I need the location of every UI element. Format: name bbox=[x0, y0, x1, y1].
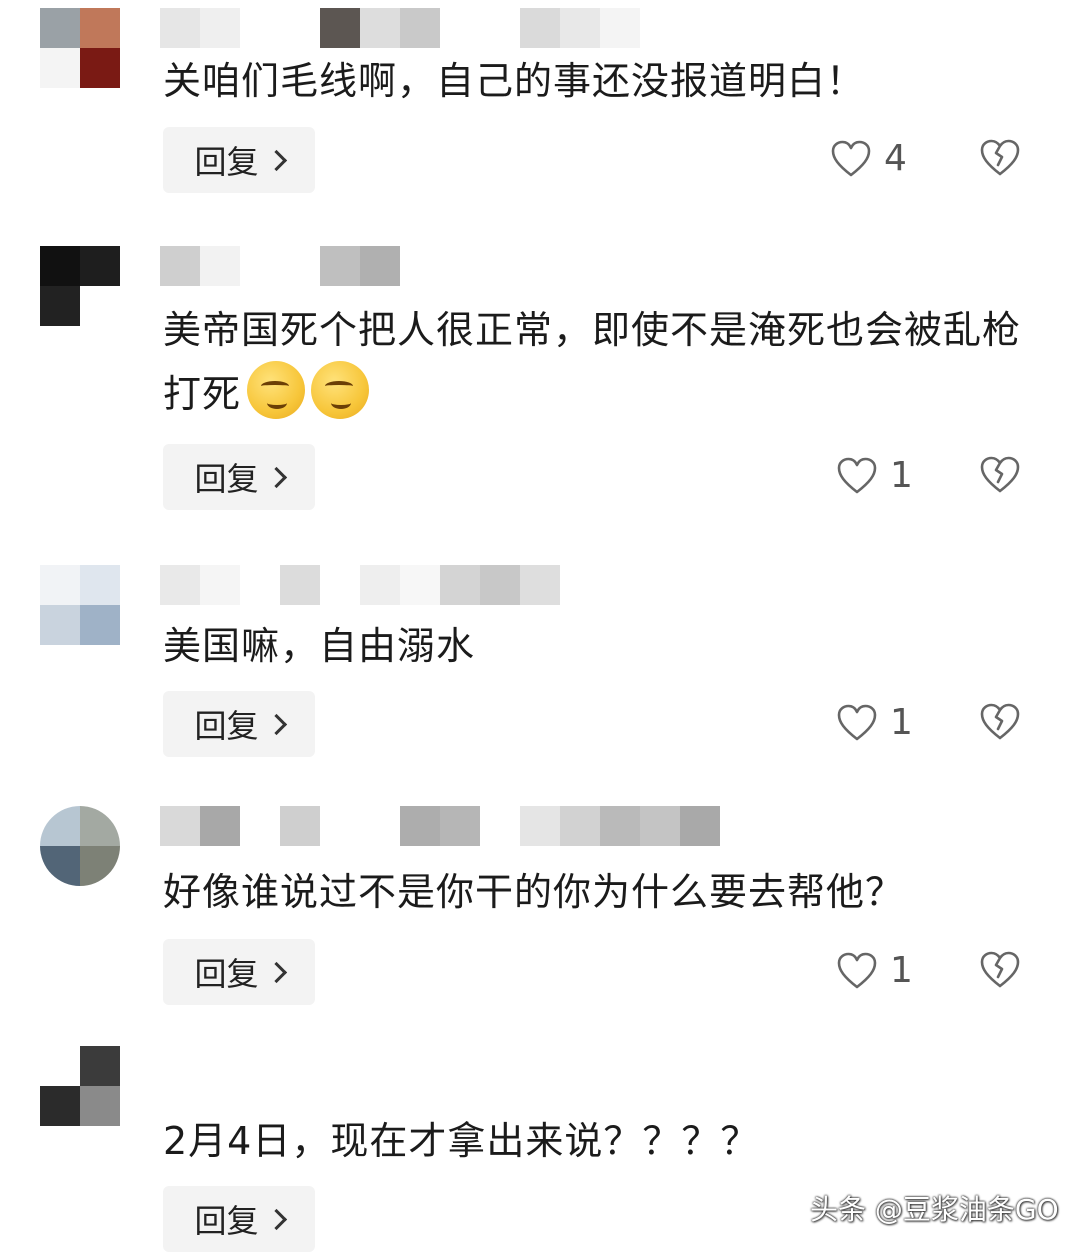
reply-button[interactable]: 回复 bbox=[163, 939, 315, 1005]
avatar-pixel bbox=[80, 1086, 120, 1126]
broken-heart-icon bbox=[978, 950, 1022, 990]
smirk-thumb-emoji bbox=[247, 361, 306, 419]
username-blurred[interactable] bbox=[160, 246, 400, 286]
avatar-pixel bbox=[80, 286, 120, 326]
reply-label: 回复 bbox=[194, 1202, 259, 1240]
like-count: 1 bbox=[890, 702, 913, 743]
dislike-button[interactable] bbox=[978, 950, 1022, 990]
reply-label: 回复 bbox=[194, 955, 259, 993]
heart-outline-icon bbox=[830, 139, 872, 179]
like-button[interactable]: 4 bbox=[830, 138, 907, 179]
reply-button[interactable]: 回复 bbox=[163, 1186, 315, 1252]
like-count: 4 bbox=[884, 138, 907, 179]
reply-label: 回复 bbox=[194, 707, 259, 745]
chevron-right-icon bbox=[265, 149, 287, 171]
comment-text: 2月4日，现在才拿出来说？？？？ bbox=[163, 1119, 760, 1163]
reply-label: 回复 bbox=[194, 460, 259, 498]
avatar[interactable] bbox=[40, 8, 120, 88]
chevron-right-icon bbox=[265, 1208, 287, 1230]
like-button[interactable]: 1 bbox=[836, 702, 913, 743]
dislike-button[interactable] bbox=[978, 702, 1022, 742]
chevron-right-icon bbox=[265, 961, 287, 983]
avatar[interactable] bbox=[40, 565, 120, 645]
heart-outline-icon bbox=[836, 703, 878, 743]
avatar-pixel bbox=[80, 246, 120, 286]
reply-button[interactable]: 回复 bbox=[163, 691, 315, 757]
like-button[interactable]: 1 bbox=[836, 950, 913, 991]
broken-heart-icon bbox=[978, 702, 1022, 742]
dislike-button[interactable] bbox=[978, 138, 1022, 178]
avatar-pixel bbox=[80, 1046, 120, 1086]
chevron-right-icon bbox=[265, 466, 287, 488]
reply-button[interactable]: 回复 bbox=[163, 127, 315, 193]
dislike-button[interactable] bbox=[978, 455, 1022, 495]
comment-text: 好像谁说过不是你干的你为什么要去帮他？ bbox=[163, 870, 905, 914]
avatar-pixel bbox=[40, 1046, 80, 1086]
heart-outline-icon bbox=[836, 951, 878, 991]
avatar[interactable] bbox=[40, 1046, 120, 1126]
avatar-pixel bbox=[40, 565, 80, 605]
comment-text: 美国嘛，自由溺水 bbox=[163, 624, 476, 668]
reply-label: 回复 bbox=[194, 143, 259, 181]
avatar[interactable] bbox=[40, 246, 120, 326]
avatar-pixel bbox=[40, 286, 80, 326]
avatar-pixel bbox=[40, 806, 80, 846]
like-count: 1 bbox=[890, 455, 913, 496]
reply-button[interactable]: 回复 bbox=[163, 444, 315, 510]
avatar-pixel bbox=[40, 48, 80, 88]
avatar-pixel bbox=[80, 565, 120, 605]
smirk-thumb-emoji bbox=[311, 361, 370, 419]
avatar-pixel bbox=[40, 246, 80, 286]
avatar-pixel bbox=[80, 846, 120, 886]
username-blurred[interactable] bbox=[160, 806, 720, 846]
heart-outline-icon bbox=[836, 456, 878, 496]
like-button[interactable]: 1 bbox=[836, 455, 913, 496]
broken-heart-icon bbox=[978, 138, 1022, 178]
chevron-right-icon bbox=[265, 713, 287, 735]
broken-heart-icon bbox=[978, 455, 1022, 495]
avatar-pixel bbox=[40, 846, 80, 886]
comment-text: 关咱们毛线啊，自己的事还没报道明白！ bbox=[163, 59, 866, 103]
avatar-pixel bbox=[80, 806, 120, 846]
username-blurred[interactable] bbox=[160, 565, 560, 605]
comment-text: 美帝国死个把人很正常，即使不是淹死也会被乱枪打死 bbox=[163, 299, 1023, 425]
avatar-pixel bbox=[40, 1086, 80, 1126]
avatar-pixel bbox=[40, 605, 80, 645]
watermark: 头条 @豆浆油条GO bbox=[810, 1193, 1059, 1226]
username-blurred[interactable] bbox=[160, 8, 640, 48]
avatar-pixel bbox=[80, 605, 120, 645]
like-count: 1 bbox=[890, 950, 913, 991]
avatar-pixel bbox=[80, 48, 120, 88]
avatar-pixel bbox=[40, 8, 80, 48]
avatar-pixel bbox=[80, 8, 120, 48]
avatar[interactable] bbox=[40, 806, 120, 886]
